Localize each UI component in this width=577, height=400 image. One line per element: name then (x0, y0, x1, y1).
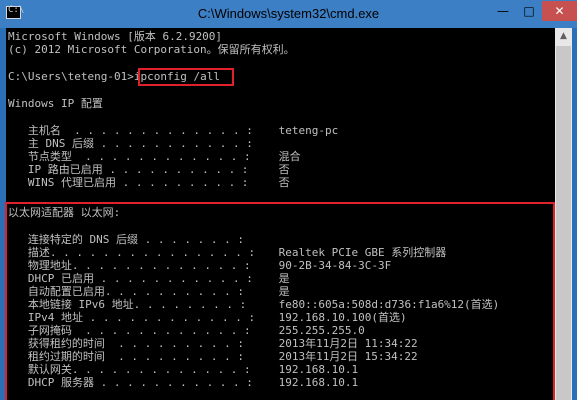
section-ip-heading: Windows IP 配置 (8, 97, 103, 110)
row-key: 主机名 . . . . . . . . . . . . . : (8, 124, 253, 137)
ip-config-row: 节点类型 . . . . . . . . . . . . : 混合 (8, 150, 301, 163)
cmd-window: C:\ C:\Windows\system32\cmd.exe — □ ✕ Mi… (0, 0, 577, 400)
minimize-button[interactable]: — (490, 1, 516, 21)
row-value: 否 (272, 163, 290, 176)
title-bar[interactable]: C:\ C:\Windows\system32\cmd.exe — □ ✕ (0, 0, 577, 28)
maximize-button[interactable]: □ (516, 1, 542, 21)
adapter-highlight-box (5, 202, 555, 400)
window-border (572, 28, 577, 400)
banner-line: Microsoft Windows [版本 6.2.9200] (8, 30, 223, 43)
ip-config-row: 主机名 . . . . . . . . . . . . . : teteng-p… (8, 124, 338, 137)
row-key: WINS 代理已启用 . . . . . . . . . : (8, 176, 249, 189)
scroll-up-arrow-icon[interactable]: ▲ (555, 28, 572, 45)
close-button[interactable]: ✕ (542, 1, 577, 21)
row-key: IP 路由已启用 . . . . . . . . . . : (8, 163, 249, 176)
vertical-scrollbar[interactable]: ▲ (555, 28, 572, 400)
ip-config-row: 主 DNS 后缀 . . . . . . . . . . . : (8, 137, 272, 150)
copyright-line: (c) 2012 Microsoft Corporation。保留所有权利。 (8, 43, 295, 56)
ip-config-row: WINS 代理已启用 . . . . . . . . . : 否 (8, 176, 290, 189)
command-highlight-box (138, 68, 234, 86)
prompt: C:\Users\teteng-01> (8, 70, 134, 83)
scroll-thumb[interactable] (556, 46, 571, 400)
row-value: 否 (272, 176, 290, 189)
row-key: 节点类型 . . . . . . . . . . . . : (8, 150, 251, 163)
ip-config-row: IP 路由已启用 . . . . . . . . . . : 否 (8, 163, 290, 176)
row-value: teteng-pc (272, 124, 339, 137)
row-key: 主 DNS 后缀 . . . . . . . . . . . : (8, 137, 253, 150)
row-value: 混合 (272, 150, 301, 163)
